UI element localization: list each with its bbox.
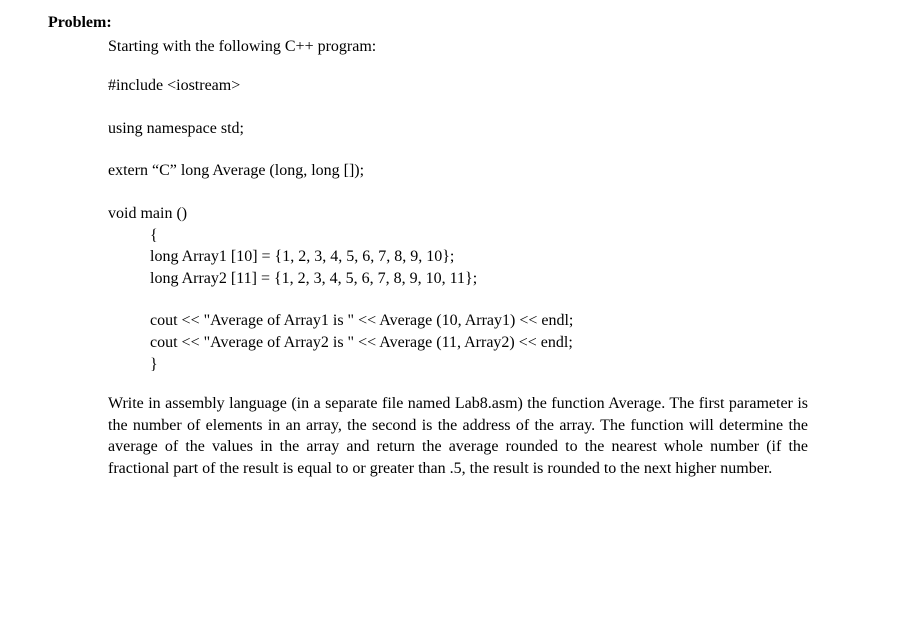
code-openbrace: { — [150, 225, 870, 247]
blank-line — [108, 139, 870, 160]
problem-description: Write in assembly language (in a separat… — [108, 393, 808, 479]
code-include: #include <iostream> — [108, 75, 870, 97]
code-voidmain: void main () — [108, 203, 870, 225]
intro-text: Starting with the following C++ program: — [108, 36, 870, 58]
code-array1: long Array1 [10] = {1, 2, 3, 4, 5, 6, 7,… — [150, 246, 870, 268]
problem-heading: Problem: — [48, 12, 870, 34]
blank-line — [108, 182, 870, 203]
code-extern: extern “C” long Average (long, long []); — [108, 160, 870, 182]
code-closebrace: } — [150, 354, 870, 376]
code-using: using namespace std; — [108, 118, 870, 140]
code-cout1: cout << "Average of Array1 is " << Avera… — [150, 310, 870, 332]
code-array2: long Array2 [11] = {1, 2, 3, 4, 5, 6, 7,… — [150, 268, 870, 290]
code-cout2: cout << "Average of Array2 is " << Avera… — [150, 332, 870, 354]
blank-line — [108, 97, 870, 118]
blank-line — [108, 289, 870, 310]
content-block: Starting with the following C++ program:… — [108, 36, 870, 480]
